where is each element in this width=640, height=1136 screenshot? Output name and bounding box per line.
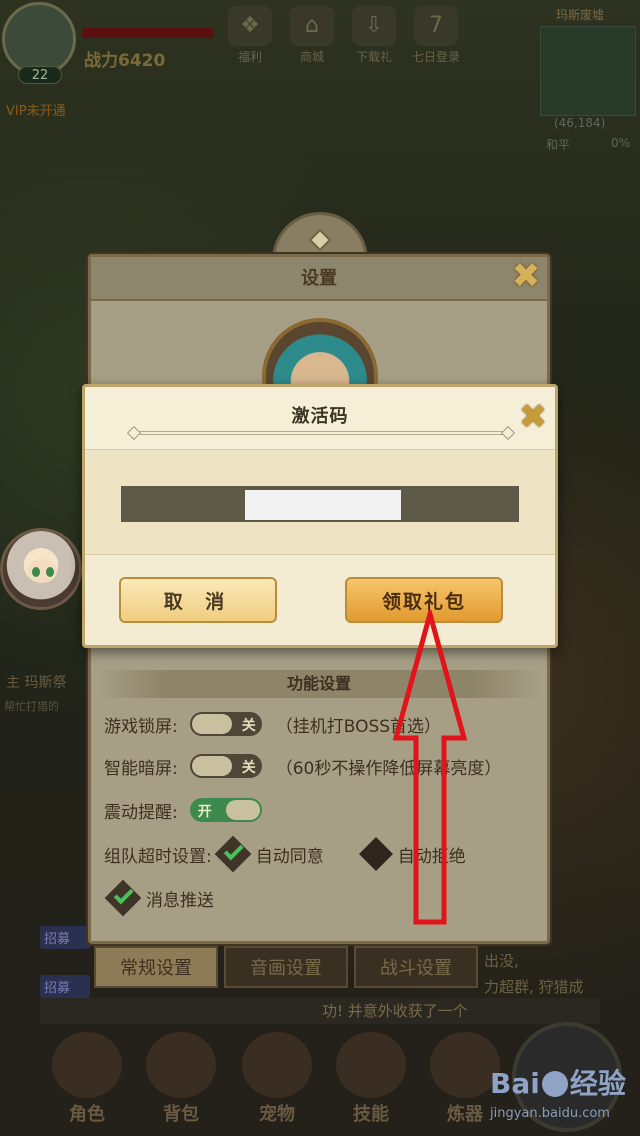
companion-avatar[interactable]: [0, 528, 82, 610]
level-badge: 22: [18, 66, 62, 84]
top-icon-bar: ❖ 福利 ⌂ 商城 ⇩ 下载礼 7 七日登录: [222, 6, 464, 65]
settings-close-icon[interactable]: ✖: [508, 258, 544, 294]
baidu-logo: Bai 经验: [490, 1067, 626, 1100]
auto-reject-checkbox[interactable]: [358, 837, 393, 871]
cancel-button[interactable]: 取 消: [119, 577, 277, 623]
bag-icon: [146, 1032, 216, 1098]
recruit-tag[interactable]: 招募: [40, 975, 90, 998]
player-avatar[interactable]: [2, 2, 76, 76]
pet-icon: [242, 1032, 312, 1098]
vibration-toggle[interactable]: 开: [189, 798, 262, 822]
bg-message-1: 出没,: [484, 952, 519, 970]
baidu-watermark: Bai 经验 jingyan.baidu.com: [490, 1062, 638, 1126]
dialog-header: 激活码: [85, 387, 555, 449]
welfare-button[interactable]: ❖ 福利: [222, 6, 278, 65]
push-label: 消息推送: [146, 890, 214, 911]
hp-bar: [82, 28, 214, 38]
arrow-shape: [392, 610, 468, 925]
check-icon: [113, 884, 134, 905]
setting-label: 智能暗屏:: [104, 758, 178, 779]
nav-bag[interactable]: 背包: [136, 1026, 226, 1136]
nav-skill[interactable]: 技能: [326, 1026, 416, 1136]
coordinates: (46,184): [554, 116, 606, 130]
character-icon: [52, 1032, 122, 1098]
nav-character[interactable]: 角色: [42, 1026, 132, 1136]
nav-pet[interactable]: 宠物: [232, 1026, 322, 1136]
map-name: 玛斯废墟: [556, 8, 605, 22]
gift-icon: ❖: [228, 6, 272, 46]
red-arrow-annotation: [392, 610, 468, 925]
vip-status[interactable]: VIP未开通: [6, 100, 66, 119]
seven-day-login-button[interactable]: 7 七日登录: [408, 6, 464, 65]
lock-screen-toggle[interactable]: 关: [189, 712, 262, 736]
chat-title: 主 玛斯祭: [6, 675, 67, 691]
download-gift-button[interactable]: ⇩ 下载礼: [346, 6, 402, 65]
activation-dialog: 激活码 ✖ 取 消 领取礼包: [82, 384, 558, 648]
recruit-tag[interactable]: 招募: [40, 926, 90, 949]
chat-panel: 主 玛斯祭 帮忙打猎的: [0, 636, 88, 718]
close-icon[interactable]: ✖: [515, 399, 551, 435]
watermark-url: jingyan.baidu.com: [490, 1106, 610, 1121]
shop-button[interactable]: ⌂ 商城: [284, 6, 340, 65]
check-icon: [223, 840, 244, 861]
chat-sub: 帮忙打猎的: [4, 700, 59, 713]
tab-audio-visual[interactable]: 音画设置: [224, 946, 348, 988]
skill-icon: [336, 1032, 406, 1098]
calendar-icon: 7: [414, 6, 458, 46]
system-ticker: 功! 并意外收获了一个: [40, 998, 600, 1024]
map-status: (46,184) 和平 0%: [540, 116, 636, 158]
settings-title: 设置: [91, 257, 547, 301]
download-icon: ⇩: [352, 6, 396, 46]
power-value: 战力6420: [84, 51, 166, 71]
pk-mode[interactable]: 和平: [546, 136, 570, 153]
function-settings-title: 功能设置: [98, 670, 540, 698]
redaction-mask: [245, 490, 401, 520]
settings-tabs: 常规设置 音画设置 战斗设置: [94, 946, 478, 988]
percent-value: 0%: [610, 136, 630, 150]
setting-label: 震动提醒:: [104, 802, 178, 823]
dialog-title: 激活码: [291, 406, 349, 427]
shop-icon: ⌂: [290, 6, 334, 46]
vibration-row: 震动提醒: 开: [104, 796, 262, 824]
minimap[interactable]: [540, 26, 636, 116]
setting-label: 组队超时设置:: [104, 846, 212, 867]
push-row: 消息推送: [104, 879, 214, 917]
tab-general[interactable]: 常规设置: [94, 946, 218, 988]
auto-agree-label: 自动同意: [255, 846, 324, 867]
bg-message-2: 力超群, 狩猎成: [484, 978, 584, 996]
title-divider: [133, 431, 509, 435]
paw-icon: [541, 1071, 568, 1097]
auto-agree-checkbox[interactable]: [214, 835, 252, 873]
dialog-body: [85, 449, 555, 555]
push-checkbox[interactable]: [104, 879, 142, 917]
tab-battle[interactable]: 战斗设置: [354, 946, 478, 988]
smart-dim-toggle[interactable]: 关: [189, 754, 262, 778]
setting-label: 游戏锁屏:: [104, 716, 178, 737]
